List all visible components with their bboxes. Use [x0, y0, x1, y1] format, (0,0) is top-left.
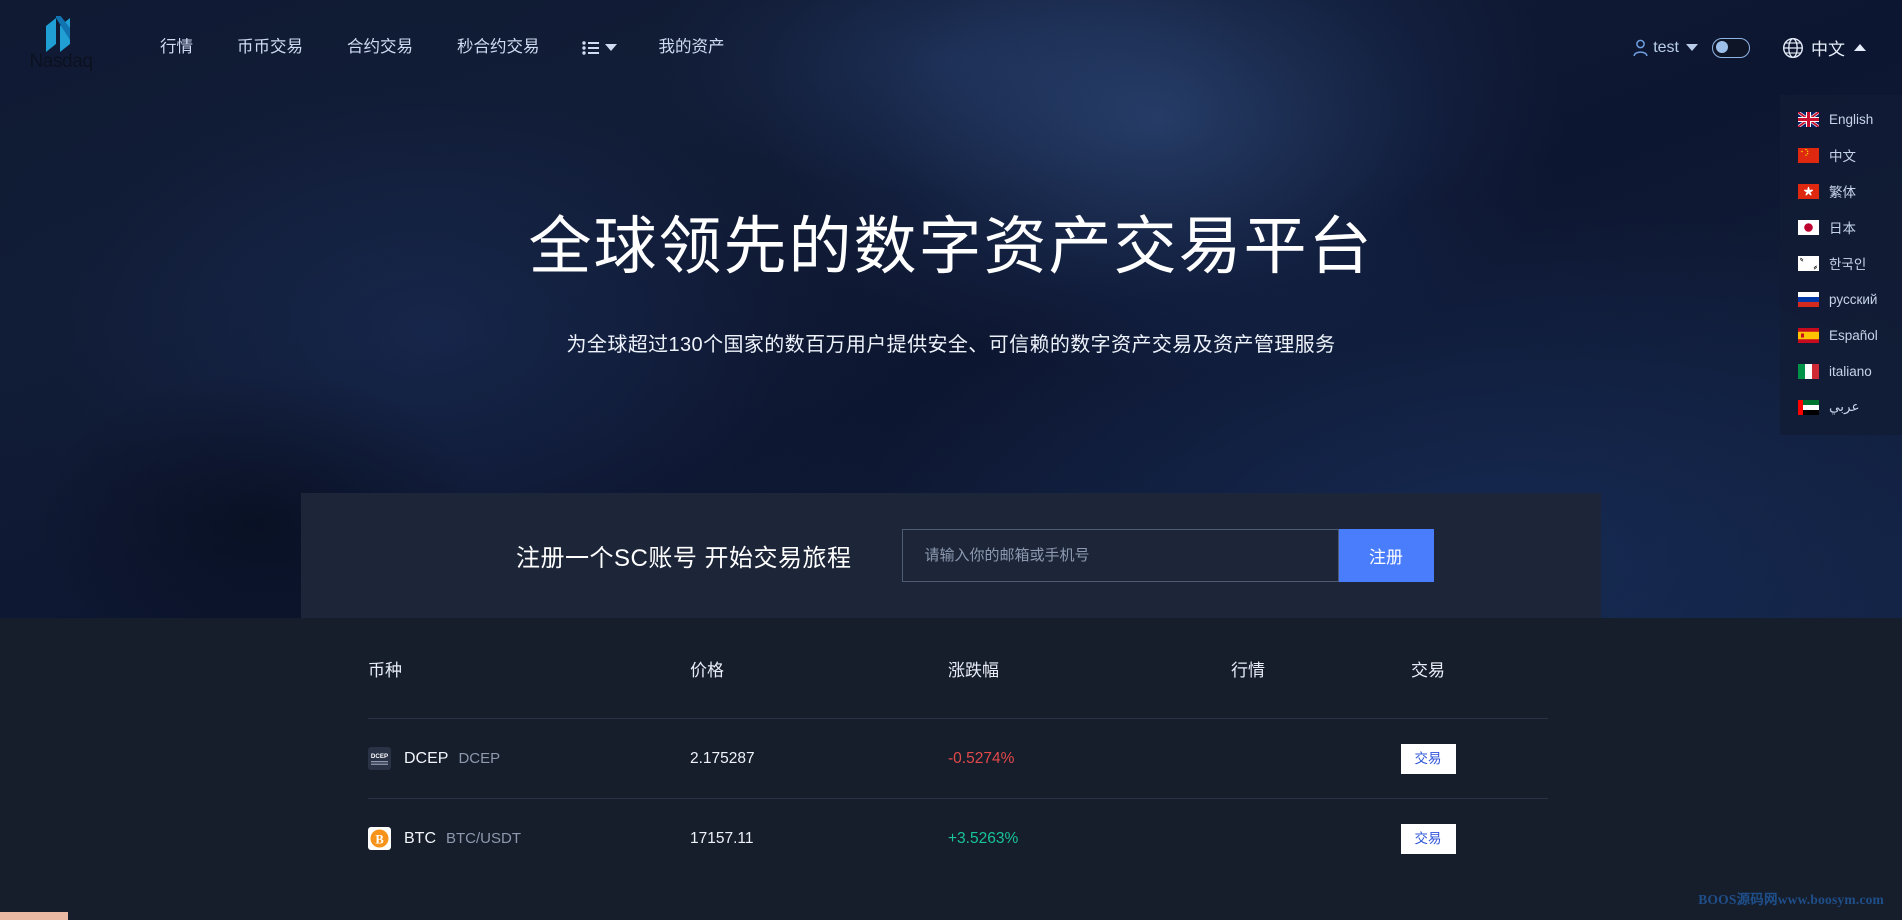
- chevron-up-icon: [1854, 44, 1866, 51]
- flag-hongkong-icon: [1798, 183, 1819, 199]
- coin-icon-dcep: DCEP: [368, 747, 391, 770]
- list-menu-icon: [581, 40, 599, 55]
- flag-russia-icon: [1798, 291, 1819, 307]
- bottom-left-indicator: [0, 912, 68, 920]
- column-header-trade: 交易: [1411, 660, 1445, 680]
- language-option-japanese[interactable]: 日本: [1780, 209, 1902, 245]
- flag-spain-icon: [1798, 327, 1819, 343]
- language-option-korean[interactable]: 한국인: [1780, 245, 1902, 281]
- language-option-english[interactable]: English: [1780, 101, 1902, 137]
- column-header-change: 涨跌幅: [948, 660, 999, 680]
- language-option-label: 繁体: [1829, 185, 1856, 200]
- language-option-traditional-chinese[interactable]: 繁体: [1780, 173, 1902, 209]
- flag-uk-icon: [1798, 111, 1819, 127]
- language-option-label: عربي: [1829, 399, 1860, 414]
- language-dropdown-menu: English 中文 繁体 日本 한국인 русский Español ita…: [1780, 95, 1902, 435]
- nav-item-spot-trading[interactable]: 币币交易: [215, 39, 325, 56]
- flag-japan-icon: [1798, 219, 1819, 235]
- account-menu[interactable]: test: [1632, 39, 1698, 57]
- table-row[interactable]: B BTC BTC/USDT 17157.11 +3.5263% 交易: [368, 798, 1548, 878]
- language-option-label: Español: [1829, 327, 1878, 343]
- register-email-or-phone-input[interactable]: [901, 529, 1339, 582]
- flag-china-icon: [1798, 147, 1819, 163]
- language-option-label: English: [1829, 111, 1874, 127]
- theme-toggle-switch[interactable]: [1712, 37, 1750, 58]
- language-option-label: 한국인: [1829, 257, 1867, 272]
- brand-logo[interactable]: Nasdaq: [22, 15, 100, 80]
- market-table-header: 币种 价格 涨跌幅 行情 交易: [368, 618, 1548, 718]
- person-icon: [1633, 39, 1648, 56]
- trade-button[interactable]: 交易: [1400, 823, 1456, 854]
- hero-subtitle: 为全球超过130个国家的数百万用户提供安全、可信赖的数字资产交易及资产管理服务: [566, 334, 1336, 356]
- nav-item-market[interactable]: 行情: [138, 39, 215, 56]
- market-row-action-cell: 交易: [1333, 743, 1523, 774]
- market-row-action-cell: 交易: [1333, 823, 1523, 854]
- market-row-change: -0.5274%: [948, 749, 1015, 767]
- chevron-down-icon: [1686, 44, 1698, 51]
- market-row-symbol-cell: DCEP DCEP DCEP: [368, 747, 658, 770]
- language-option-label: русский: [1829, 291, 1878, 307]
- register-panel: 注册一个SC账号 开始交易旅程 注册: [301, 493, 1601, 618]
- brand-logo-text: Nasdaq: [29, 50, 93, 72]
- market-table: 币种 价格 涨跌幅 行情 交易 DCEP DCEP DCEP 2.175287 …: [368, 618, 1548, 878]
- chevron-down-icon: [604, 44, 617, 51]
- column-header-price: 价格: [690, 660, 724, 680]
- column-header-symbol: 币种: [368, 660, 402, 680]
- language-current-label: 中文: [1811, 40, 1845, 59]
- register-submit-button[interactable]: 注册: [1338, 529, 1434, 582]
- market-row-symbol-cell: B BTC BTC/USDT: [368, 827, 658, 850]
- watermark-text: BOOS源码网www.boosym.com: [1698, 892, 1884, 907]
- page-root: Nasdaq 行情 币币交易 合约交易 秒合约交易 我的资产 test 中文 E…: [0, 0, 1902, 920]
- language-selector[interactable]: 中文: [1782, 35, 1866, 60]
- trade-button[interactable]: 交易: [1400, 743, 1456, 774]
- language-option-russian[interactable]: русский: [1780, 281, 1902, 317]
- toggle-knob: [1716, 41, 1728, 53]
- market-row-change: +3.5263%: [948, 829, 1019, 847]
- primary-nav: 行情 币币交易 合约交易 秒合约交易 我的资产: [138, 39, 747, 56]
- market-section: 币种 价格 涨跌幅 行情 交易 DCEP DCEP DCEP 2.175287 …: [0, 618, 1902, 920]
- market-coin-name: BTC: [404, 829, 436, 847]
- hero-title: 全球领先的数字资产交易平台: [528, 212, 1374, 282]
- language-option-chinese[interactable]: 中文: [1780, 137, 1902, 173]
- globe-icon: [1782, 37, 1804, 58]
- language-option-spanish[interactable]: Español: [1780, 317, 1902, 353]
- table-row[interactable]: DCEP DCEP DCEP 2.175287 -0.5274% 交易: [368, 718, 1548, 798]
- market-row-price: 17157.11: [690, 829, 754, 847]
- svg-text:DCEP: DCEP: [371, 753, 388, 760]
- market-coin-name: DCEP: [404, 749, 449, 767]
- language-option-arabic[interactable]: عربي: [1780, 389, 1902, 425]
- nav-item-contract-trading[interactable]: 合约交易: [325, 39, 435, 56]
- account-username: test: [1653, 38, 1679, 56]
- market-row-price: 2.175287: [690, 749, 755, 767]
- language-option-italian[interactable]: italiano: [1780, 353, 1902, 389]
- register-headline: 注册一个SC账号 开始交易旅程: [516, 545, 852, 572]
- language-option-label: 日本: [1829, 221, 1856, 236]
- language-option-label: 中文: [1829, 149, 1856, 164]
- market-coin-pair: DCEP: [458, 750, 501, 767]
- nasdaq-n-mark-icon: [46, 15, 70, 52]
- header-right-controls: test 中文: [1632, 35, 1902, 60]
- nav-item-my-assets[interactable]: 我的资产: [637, 39, 747, 56]
- market-coin-pair: BTC/USDT: [446, 830, 521, 847]
- svg-text:B: B: [375, 832, 383, 846]
- nav-more-menu[interactable]: [562, 40, 637, 55]
- flag-korea-icon: [1798, 255, 1819, 271]
- column-header-quote: 行情: [1231, 660, 1265, 680]
- coin-icon-btc: B: [368, 827, 391, 850]
- nav-item-second-contract-trading[interactable]: 秒合约交易: [435, 39, 562, 56]
- site-header: Nasdaq 行情 币币交易 合约交易 秒合约交易 我的资产 test 中文: [0, 0, 1902, 95]
- flag-italy-icon: [1798, 363, 1819, 379]
- flag-uae-icon: [1798, 399, 1819, 415]
- language-option-label: italiano: [1829, 363, 1872, 379]
